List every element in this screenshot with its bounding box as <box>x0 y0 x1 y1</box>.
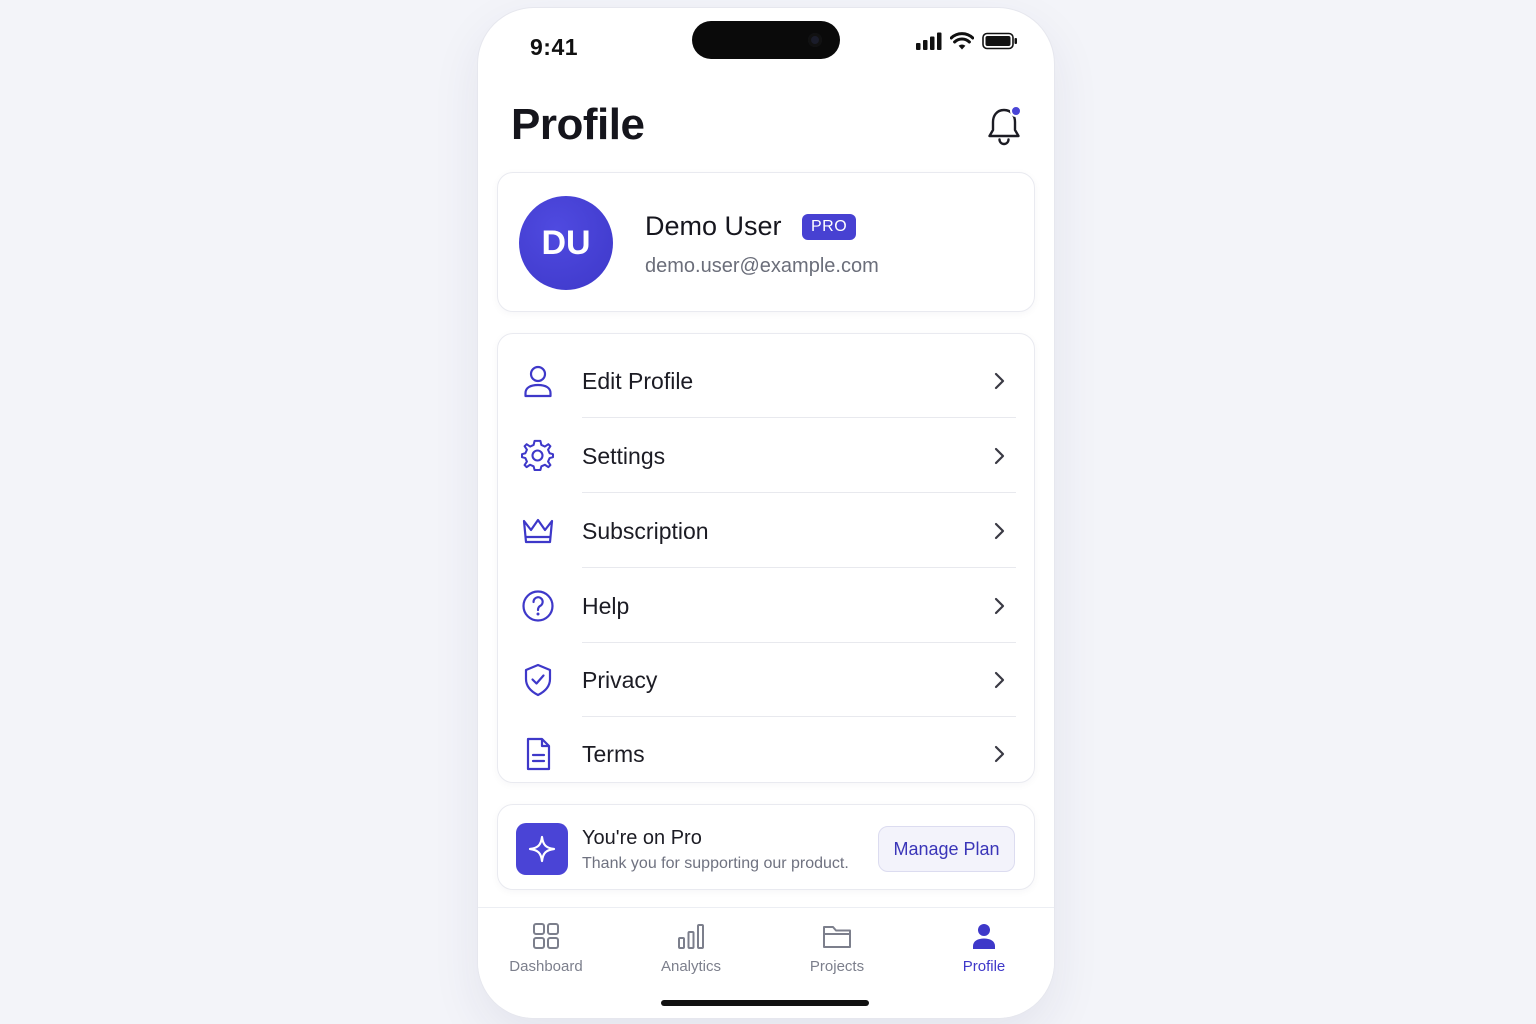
chevron-right-icon <box>994 447 1005 465</box>
camera-icon <box>808 33 822 47</box>
chevron-right-icon <box>994 745 1005 763</box>
person-icon <box>973 924 995 949</box>
home-indicator <box>661 1000 869 1006</box>
manage-plan-button[interactable]: Manage Plan <box>878 826 1015 872</box>
chevron-right-icon <box>994 597 1005 615</box>
tab-label: Projects <box>809 958 865 975</box>
menu-item-label: Subscription <box>582 517 709 544</box>
chevron-right-icon <box>994 671 1005 689</box>
divider <box>582 417 1016 418</box>
chevron-right-icon <box>994 372 1005 390</box>
tab-label: Dashboard <box>509 958 583 975</box>
phone-frame: 9:41 Profile DU Demo User PRO demo.user@… <box>478 8 1054 1018</box>
tab-label: Analytics <box>660 958 722 975</box>
menu-list: Edit Profile Settings Subscription Help … <box>497 333 1035 783</box>
menu-item-subscription[interactable]: Subscription <box>498 494 1036 568</box>
pro-banner-subtitle: Thank you for supporting our product. <box>582 855 849 872</box>
folder-icon <box>823 926 851 948</box>
question-circle-icon <box>520 588 556 624</box>
menu-item-label: Terms <box>582 740 645 767</box>
document-icon <box>520 736 556 772</box>
status-time: 9:41 <box>530 34 579 60</box>
tab-label: Profile <box>962 958 1006 975</box>
user-icon <box>520 363 556 399</box>
divider <box>582 492 1016 493</box>
menu-item-settings[interactable]: Settings <box>498 419 1036 493</box>
pro-banner-title: You're on Pro <box>582 827 702 849</box>
menu-item-label: Privacy <box>582 666 658 693</box>
avatar: DU <box>519 196 613 290</box>
gear-icon <box>520 438 556 474</box>
chevron-right-icon <box>994 522 1005 540</box>
user-email: demo.user@example.com <box>645 255 879 277</box>
crown-icon <box>520 513 556 549</box>
tab-bar: Dashboard Analytics Projects Profile <box>478 907 1054 1018</box>
cellular-signal-icon <box>916 32 942 50</box>
notification-dot <box>1010 105 1022 117</box>
shield-check-icon <box>520 662 556 698</box>
user-name: Demo User <box>645 211 782 241</box>
dynamic-island <box>692 21 840 59</box>
grid-icon <box>533 923 559 949</box>
bar-chart-icon <box>678 924 704 949</box>
menu-item-label: Settings <box>582 442 666 469</box>
tab-analytics[interactable]: Analytics <box>636 920 746 980</box>
pro-badge: PRO <box>802 214 857 240</box>
menu-item-help[interactable]: Help <box>498 569 1036 643</box>
wifi-icon <box>950 32 974 50</box>
page-title: Profile <box>511 100 645 149</box>
menu-item-label: Edit Profile <box>582 367 694 394</box>
menu-item-privacy[interactable]: Privacy <box>498 643 1036 717</box>
tab-dashboard[interactable]: Dashboard <box>491 920 601 980</box>
battery-icon <box>982 32 1017 50</box>
profile-card[interactable]: DU Demo User PRO demo.user@example.com <box>497 172 1035 312</box>
notifications-button[interactable] <box>984 105 1024 148</box>
menu-item-terms[interactable]: Terms <box>498 717 1036 791</box>
tab-projects[interactable]: Projects <box>782 920 892 980</box>
divider <box>582 567 1016 568</box>
menu-item-edit-profile[interactable]: Edit Profile <box>498 344 1036 418</box>
status-icons <box>916 32 1018 50</box>
sparkle-icon <box>516 823 568 875</box>
menu-item-label: Help <box>582 592 630 619</box>
pro-banner: You're on Pro Thank you for supporting o… <box>497 804 1035 890</box>
tab-profile[interactable]: Profile <box>929 920 1039 980</box>
